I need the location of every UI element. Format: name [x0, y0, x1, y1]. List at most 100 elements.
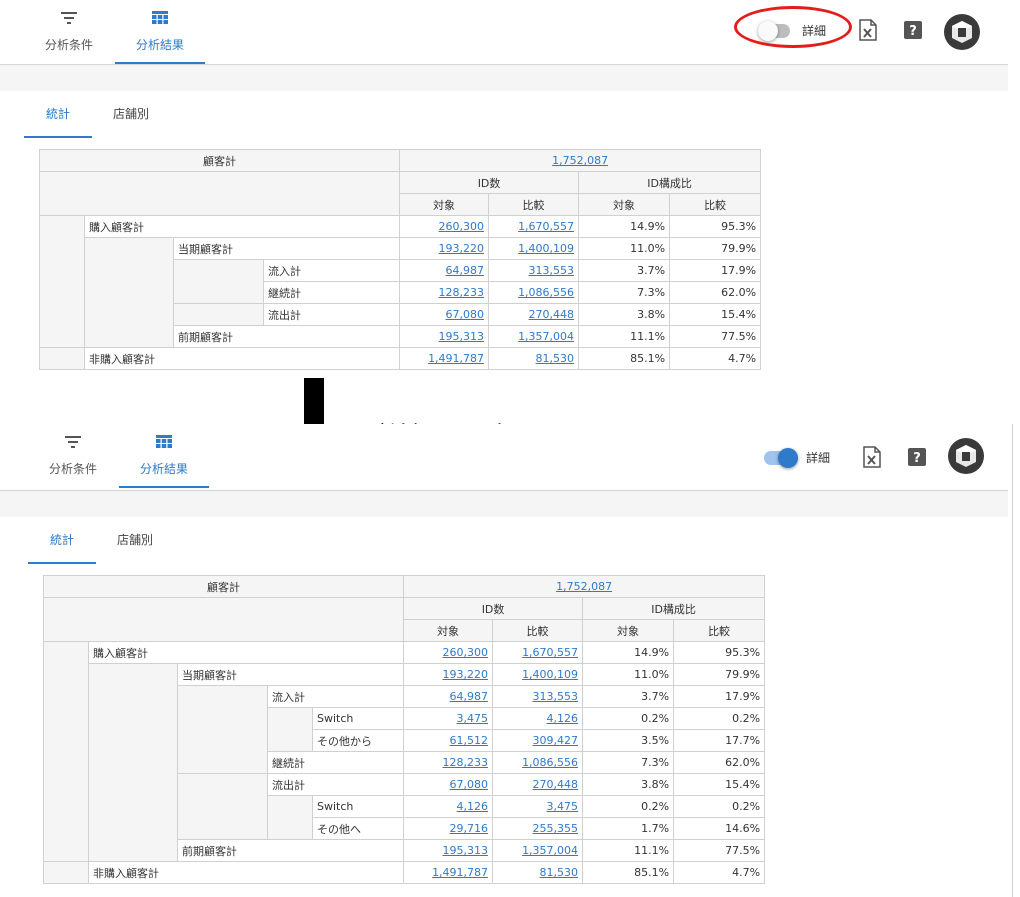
subtab-store[interactable]: 店舗別: [100, 516, 170, 564]
compare-cell: 1,357,004: [492, 839, 584, 862]
table-row: 非購入顧客計 1,491,787 81,530 85.1% 4.7%: [39, 347, 762, 370]
compare-pct: 17.9%: [673, 685, 766, 708]
compare-link[interactable]: 1,670,557: [518, 220, 574, 233]
compare-link[interactable]: 1,357,004: [518, 330, 574, 343]
subtab-store[interactable]: 店舗別: [96, 90, 166, 138]
compare-link[interactable]: 1,357,004: [522, 844, 578, 857]
compare-link[interactable]: 1,670,557: [522, 646, 578, 659]
row-label: Switch: [311, 707, 405, 730]
table-row: 当期顧客計 193,220 1,400,109 11.0% 79.9%: [40, 237, 762, 348]
compare-link[interactable]: 4,126: [547, 712, 579, 725]
table-row: 購入顧客計 260,300 1,670,557 14.9% 95.3%: [43, 641, 766, 862]
target-link[interactable]: 3,475: [457, 712, 489, 725]
target-link[interactable]: 67,080: [450, 778, 489, 791]
target-cell: 1,491,787: [403, 861, 494, 884]
row-label: 継続計: [266, 751, 405, 774]
row-label: 前期顧客計: [176, 839, 405, 862]
target-link[interactable]: 260,300: [439, 220, 485, 233]
target-pct: 11.1%: [582, 839, 675, 862]
compare-cell: 313,553: [492, 685, 584, 708]
compare-link[interactable]: 270,448: [529, 308, 575, 321]
compare-cell: 4,126: [492, 707, 584, 730]
target-link[interactable]: 29,716: [450, 822, 489, 835]
target-link[interactable]: 64,987: [450, 690, 489, 703]
compare-link[interactable]: 3,475: [547, 800, 579, 813]
nav-tab-results[interactable]: 分析結果: [119, 424, 209, 488]
nav-tab-conditions[interactable]: 分析条件: [24, 0, 114, 64]
compare-link[interactable]: 1,400,109: [518, 242, 574, 255]
indent-cell: [39, 215, 85, 348]
target-pct: 7.3%: [578, 281, 671, 304]
top-bar: 分析条件 分析結果 詳細 ?: [0, 0, 1008, 65]
target-cell: 128,233: [403, 751, 494, 774]
compare-link[interactable]: 1,400,109: [522, 668, 578, 681]
target-pct: 14.9%: [578, 215, 671, 238]
compare-pct: 79.9%: [669, 237, 762, 260]
excel-export-button[interactable]: [856, 18, 880, 42]
table-row: 当期顧客計 193,220 1,400,109 11.0% 79.9%: [44, 663, 766, 862]
detail-toggle[interactable]: [764, 447, 798, 468]
target-link[interactable]: 195,313: [443, 844, 489, 857]
target-link[interactable]: 260,300: [443, 646, 489, 659]
target-link[interactable]: 64,987: [446, 264, 485, 277]
compare-pct: 95.3%: [669, 215, 762, 238]
compare-pct: 77.5%: [669, 325, 762, 348]
target-link[interactable]: 1,491,787: [428, 352, 484, 365]
target-link[interactable]: 193,220: [439, 242, 485, 255]
compare-link[interactable]: 1,086,556: [518, 286, 574, 299]
compare-link[interactable]: 270,448: [533, 778, 579, 791]
target-link[interactable]: 193,220: [443, 668, 489, 681]
header-row: ID数 ID構成比: [38, 171, 762, 216]
header-row: 顧客計 1,752,087: [38, 149, 762, 172]
target-pct: 85.1%: [578, 347, 671, 370]
target-link[interactable]: 128,233: [439, 286, 485, 299]
customer-total-link[interactable]: 1,752,087: [552, 154, 608, 167]
target-cell: 128,233: [399, 281, 490, 304]
customer-total-link[interactable]: 1,752,087: [556, 580, 612, 593]
compare-link[interactable]: 81,530: [536, 352, 575, 365]
nav-tab-results-label: 分析結果: [139, 462, 188, 476]
compare-link[interactable]: 313,553: [529, 264, 575, 277]
subtab-stats[interactable]: 統計: [24, 90, 92, 138]
target-link[interactable]: 61,512: [450, 734, 489, 747]
avatar-button[interactable]: [944, 14, 980, 50]
target-link[interactable]: 4,126: [457, 800, 489, 813]
help-button[interactable]: ?: [905, 445, 929, 469]
indent-cell: [173, 259, 264, 304]
target-link[interactable]: 67,080: [446, 308, 485, 321]
target-link[interactable]: 128,233: [443, 756, 489, 769]
nav-tab-conditions[interactable]: 分析条件: [28, 424, 118, 488]
compare-pct: 15.4%: [669, 303, 762, 326]
target-cell: 29,716: [403, 817, 494, 840]
compare-pct: 95.3%: [673, 641, 766, 664]
compare-pct: 14.6%: [673, 817, 766, 840]
subtab-stats[interactable]: 統計: [28, 516, 96, 564]
target-pct: 3.7%: [582, 685, 675, 708]
after-table: 顧客計 1,752,087 ID数 ID構成比 対象 比較 対象 比較 購入顧客…: [42, 575, 766, 884]
excel-export-icon: [863, 446, 881, 468]
compare-link[interactable]: 1,086,556: [522, 756, 578, 769]
target-pct: 11.0%: [582, 663, 675, 686]
compare-link[interactable]: 255,355: [533, 822, 579, 835]
avatar-button[interactable]: [948, 438, 984, 474]
header-row: ID数 ID構成比: [42, 597, 766, 642]
target-link[interactable]: 195,313: [439, 330, 485, 343]
customer-total-value: 1,752,087: [399, 149, 762, 172]
target-cell: 195,313: [399, 325, 490, 348]
table-row: 非購入顧客計 1,491,787 81,530 85.1% 4.7%: [43, 861, 766, 884]
compare-header: 比較: [488, 193, 580, 216]
excel-export-button[interactable]: [860, 445, 884, 469]
target-header: 対象: [578, 193, 671, 216]
target-cell: 67,080: [403, 773, 494, 796]
customer-total-label: 顧客計: [38, 149, 401, 172]
compare-link[interactable]: 313,553: [533, 690, 579, 703]
target-link[interactable]: 1,491,787: [432, 866, 488, 879]
row-label: 非購入顧客計: [83, 347, 401, 370]
compare-pct: 62.0%: [673, 751, 766, 774]
nav-tab-results[interactable]: 分析結果: [115, 0, 205, 64]
help-button[interactable]: ?: [901, 18, 925, 42]
compare-link[interactable]: 81,530: [540, 866, 579, 879]
compare-link[interactable]: 309,427: [533, 734, 579, 747]
detail-toggle-label: 詳細: [806, 451, 831, 465]
compare-cell: 81,530: [492, 861, 584, 884]
